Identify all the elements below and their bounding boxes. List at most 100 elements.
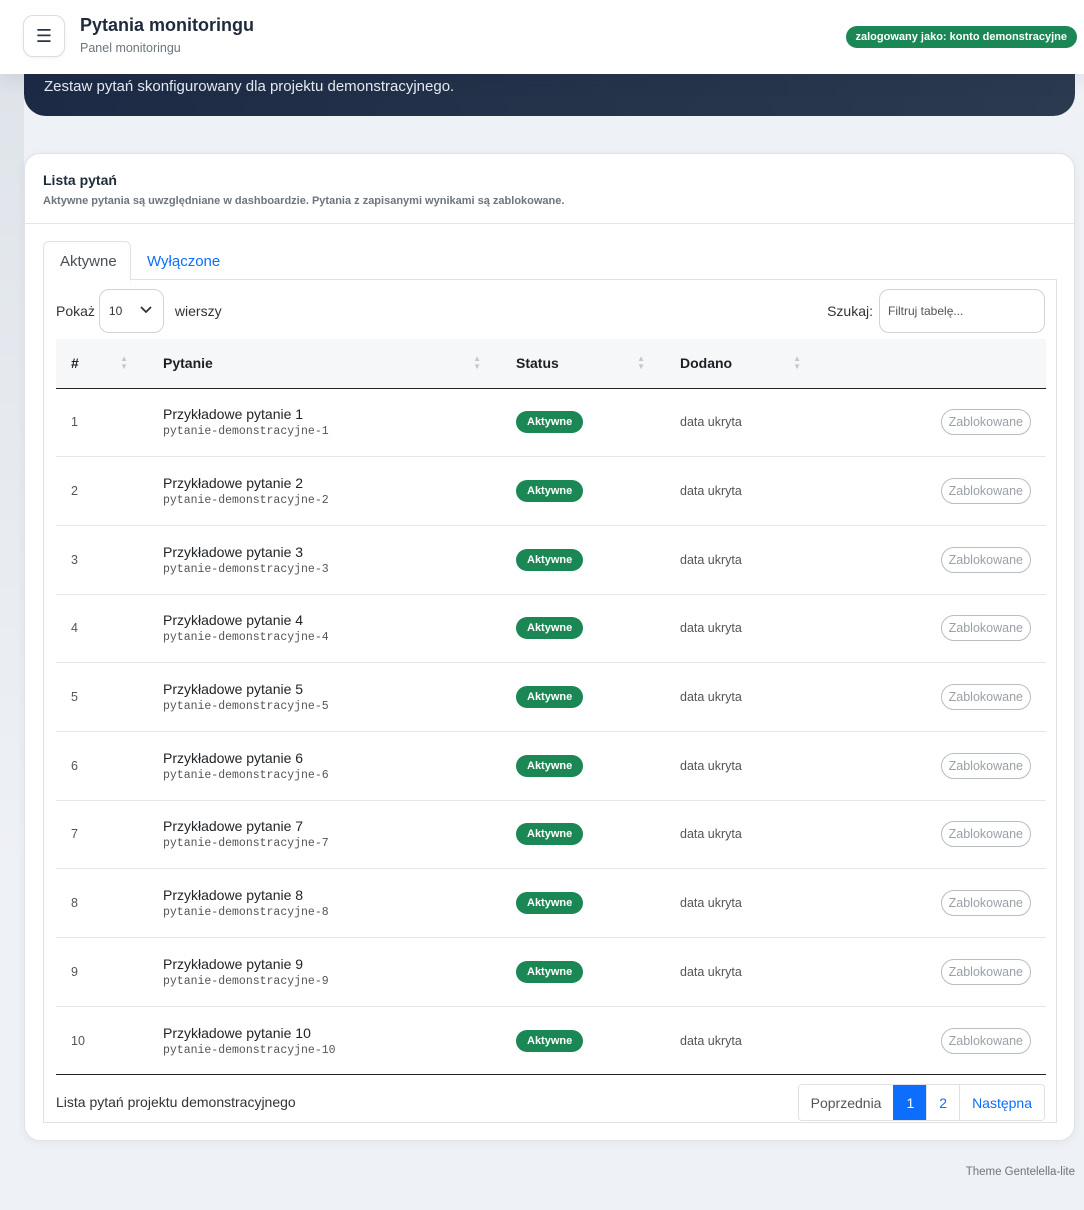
locked-button[interactable]: Zablokowane bbox=[940, 890, 1031, 917]
status-badge: Aktywne bbox=[516, 892, 584, 915]
question-title: Przykładowe pytanie 8 bbox=[163, 887, 304, 904]
actions-cell: Zablokowane bbox=[821, 663, 1046, 732]
status-cell: Aktywne bbox=[501, 388, 665, 457]
status-badge: Aktywne bbox=[516, 1029, 584, 1052]
actions-cell: Zablokowane bbox=[821, 731, 1046, 800]
locked-button[interactable]: Zablokowane bbox=[940, 615, 1031, 642]
added-date: data ukryta bbox=[680, 1033, 742, 1048]
question-title: Przykładowe pytanie 5 bbox=[163, 681, 304, 698]
status-badge: Aktywne bbox=[516, 686, 584, 709]
question-cell: Przykładowe pytanie 6 pytanie-demonstracy… bbox=[148, 731, 501, 800]
row-number: 1 bbox=[71, 415, 78, 430]
table-row: 2 Przykładowe pytanie 2 pytanie-demonstrac… bbox=[56, 457, 1046, 526]
question-title: Przykładowe pytanie 2 bbox=[163, 475, 304, 492]
row-number: 7 bbox=[71, 827, 78, 842]
table-row: 7 Przykładowe pytanie 7 pytanie-demonstrac… bbox=[56, 800, 1046, 869]
column-header-actions bbox=[821, 339, 1046, 388]
question-cell: Przykładowe pytanie 5 pytanie-demonstracy… bbox=[148, 663, 501, 732]
row-number: 3 bbox=[71, 552, 78, 567]
question-title: Przykładowe pytanie 9 bbox=[163, 955, 304, 972]
tab-bar: Aktywne Wyłączone bbox=[43, 241, 1057, 281]
page-length-control: Pokaż 10 wierszy bbox=[56, 289, 222, 333]
question-slug: pytanie-demonstracyjne-6 bbox=[163, 768, 329, 782]
status-badge: Aktywne bbox=[516, 480, 584, 503]
row-number: 4 bbox=[71, 621, 78, 636]
card-subtitle: Aktywne pytania są uwzględniane w dashbo… bbox=[43, 195, 565, 207]
added-date: data ukryta bbox=[680, 964, 742, 979]
pagination-page-1[interactable]: 1 bbox=[893, 1085, 927, 1120]
added-date: data ukryta bbox=[680, 621, 742, 636]
question-cell: Przykładowe pytanie 2 pytanie-demonstracy… bbox=[148, 457, 501, 526]
tab-active[interactable]: Aktywne bbox=[43, 241, 131, 281]
question-title: Przykładowe pytanie 3 bbox=[163, 543, 304, 560]
question-slug: pytanie-demonstracyjne-4 bbox=[163, 631, 329, 645]
chevron-down-icon bbox=[140, 305, 152, 317]
column-header-question[interactable]: Pytanie ▲ ▼ bbox=[148, 339, 501, 388]
added-date: data ukryta bbox=[680, 758, 742, 773]
actions-cell: Zablokowane bbox=[821, 800, 1046, 869]
card-header: Lista pytań Aktywne pytania są uwzględni… bbox=[25, 154, 1074, 224]
pagination-page-2[interactable]: 2 bbox=[926, 1085, 960, 1120]
added-date: data ukryta bbox=[680, 690, 742, 705]
status-badge: Aktywne bbox=[516, 960, 584, 983]
table-row: 9 Przykładowe pytanie 9 pytanie-demonstrac… bbox=[56, 938, 1046, 1007]
locked-button[interactable]: Zablokowane bbox=[940, 958, 1031, 985]
table-row: 4 Przykładowe pytanie 4 pytanie-demonstrac… bbox=[56, 594, 1046, 663]
status-badge: Aktywne bbox=[516, 548, 584, 571]
tab-disabled[interactable]: Wyłączone bbox=[131, 241, 236, 281]
locked-button[interactable]: Zablokowane bbox=[940, 752, 1031, 779]
locked-button[interactable]: Zablokowane bbox=[940, 821, 1031, 848]
column-header-status[interactable]: Status ▲ ▼ bbox=[501, 339, 665, 388]
added-date: data ukryta bbox=[680, 415, 742, 430]
page-subtitle: Panel monitoringu bbox=[80, 41, 181, 55]
column-header-number[interactable]: # ▲ ▼ bbox=[56, 339, 148, 388]
table-header-row: # ▲ ▼ Pytanie ▲ ▼ Status ▲ ▼ Dodano ▲ ▼ bbox=[56, 339, 1046, 388]
page-length-select[interactable]: 10 bbox=[98, 289, 164, 333]
status-badge: Aktywne bbox=[516, 617, 584, 640]
locked-button[interactable]: Zablokowane bbox=[940, 409, 1031, 436]
footer-credit: Theme Gentelella-lite bbox=[965, 1166, 1075, 1178]
page-length-value: 10 bbox=[108, 304, 123, 318]
sort-icon: ▲ ▼ bbox=[120, 354, 128, 371]
search-control: Szukaj: bbox=[827, 289, 1045, 333]
search-label: Szukaj: bbox=[827, 303, 873, 319]
locked-button[interactable]: Zablokowane bbox=[940, 546, 1031, 573]
added-date: data ukryta bbox=[680, 896, 742, 911]
question-slug: pytanie-demonstracyjne-3 bbox=[163, 562, 329, 576]
question-title: Przykładowe pytanie 7 bbox=[163, 818, 304, 835]
locked-button[interactable]: Zablokowane bbox=[940, 478, 1031, 505]
question-slug: pytanie-demonstracyjne-8 bbox=[163, 906, 329, 920]
locked-button[interactable]: Zablokowane bbox=[940, 1027, 1031, 1054]
question-cell: Przykładowe pytanie 10 pytanie-demonstrac… bbox=[148, 1006, 501, 1075]
status-cell: Aktywne bbox=[501, 525, 665, 594]
pagination-previous[interactable]: Poprzednia bbox=[798, 1085, 894, 1120]
question-slug: pytanie-demonstracyjne-5 bbox=[163, 700, 329, 714]
status-cell: Aktywne bbox=[501, 663, 665, 732]
search-input[interactable] bbox=[879, 289, 1045, 333]
status-badge: Aktywne bbox=[516, 823, 584, 846]
table-row: 8 Przykładowe pytanie 8 pytanie-demonstrac… bbox=[56, 869, 1046, 938]
status-cell: Aktywne bbox=[501, 731, 665, 800]
locked-button[interactable]: Zablokowane bbox=[940, 684, 1031, 711]
actions-cell: Zablokowane bbox=[821, 388, 1046, 457]
actions-cell: Zablokowane bbox=[821, 869, 1046, 938]
user-badge: zalogowany jako: konto demonstracyjne bbox=[845, 26, 1077, 48]
status-cell: Aktywne bbox=[501, 869, 665, 938]
column-header-added[interactable]: Dodano ▲ ▼ bbox=[665, 339, 821, 388]
question-cell: Przykładowe pytanie 9 pytanie-demonstracy… bbox=[148, 938, 501, 1007]
row-number: 5 bbox=[71, 690, 78, 705]
table-row: 6 Przykładowe pytanie 6 pytanie-demonstrac… bbox=[56, 731, 1046, 801]
rows-label: wierszy bbox=[174, 303, 222, 319]
question-title: Przykładowe pytanie 10 bbox=[163, 1024, 311, 1041]
row-number: 2 bbox=[71, 484, 78, 499]
actions-cell: Zablokowane bbox=[821, 594, 1046, 663]
table-row: 5 Przykładowe pytanie 5 pytanie-demonstrac… bbox=[56, 663, 1046, 732]
pagination-next[interactable]: Następna bbox=[959, 1085, 1044, 1120]
actions-cell: Zablokowane bbox=[821, 525, 1046, 594]
menu-toggle-button[interactable]: ☰ bbox=[23, 15, 65, 57]
row-number: 9 bbox=[71, 964, 78, 979]
table-row: 10 Przykładowe pytanie 10 pytanie-demonstr… bbox=[56, 1006, 1046, 1075]
questions-card: Lista pytań Aktywne pytania są uwzględni… bbox=[24, 153, 1075, 1141]
actions-cell: Zablokowane bbox=[821, 457, 1046, 526]
top-navbar: ☰ Pytania monitoringu Panel monitoringu … bbox=[0, 0, 1084, 74]
